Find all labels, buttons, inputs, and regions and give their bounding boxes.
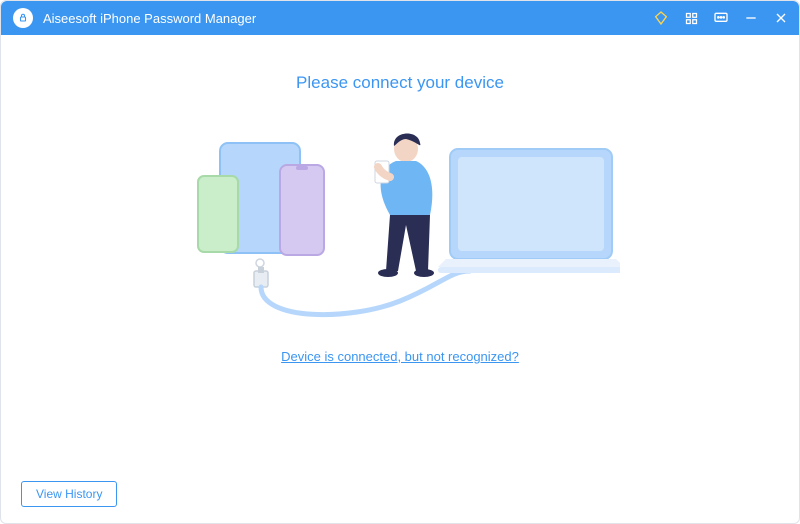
view-history-button[interactable]: View History: [21, 481, 117, 507]
close-icon[interactable]: [773, 10, 789, 26]
page-heading: Please connect your device: [296, 73, 504, 93]
connect-illustration: [180, 121, 620, 321]
diamond-icon[interactable]: [653, 10, 669, 26]
feedback-icon[interactable]: [713, 10, 729, 26]
titlebar: Aiseesoft iPhone Password Manager: [1, 1, 799, 35]
grid-icon[interactable]: [683, 10, 699, 26]
app-logo-icon: [13, 8, 33, 28]
not-recognized-link[interactable]: Device is connected, but not recognized?: [281, 349, 519, 364]
titlebar-controls: [653, 10, 789, 26]
app-title: Aiseesoft iPhone Password Manager: [43, 11, 653, 26]
minimize-icon[interactable]: [743, 10, 759, 26]
main-content: Please connect your device: [1, 35, 799, 523]
app-window: Aiseesoft iPhone Password Manager: [0, 0, 800, 524]
